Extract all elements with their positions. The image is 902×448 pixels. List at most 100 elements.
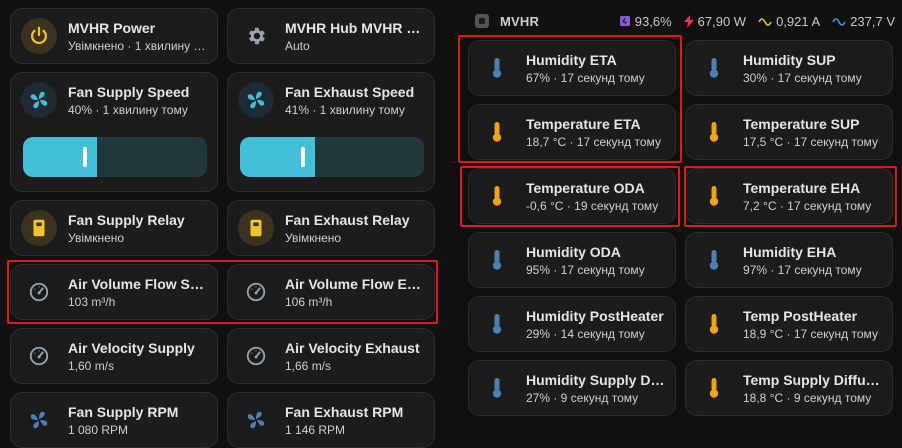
- tile-state: Увімкнено · 1 хвилину тому: [68, 38, 207, 53]
- thermometer-icon: [696, 370, 732, 406]
- fan-icon: [238, 82, 274, 118]
- gauge-icon: [21, 338, 57, 374]
- humidity-eha-tile[interactable]: Humidity EHA 97% · 17 секунд тому: [685, 232, 893, 288]
- tile-state: 67% · 17 секунд тому: [526, 70, 645, 85]
- fan-icon: [21, 402, 57, 438]
- thermometer-icon: [479, 370, 515, 406]
- thermometer-icon: [696, 178, 732, 214]
- mvhr-hub-mode-tile[interactable]: MVHR Hub MVHR Mode Auto: [227, 8, 435, 64]
- tile-state: 41% · 1 хвилину тому: [285, 102, 405, 117]
- fan-supply-relay-tile[interactable]: Fan Supply Relay Увімкнено: [10, 200, 218, 256]
- tile-title: Fan Exhaust Speed: [285, 83, 415, 100]
- tile-state: 1 146 RPM: [285, 422, 346, 437]
- tile-state: 97% · 17 секунд тому: [743, 262, 862, 277]
- fan-exhaust-relay-tile[interactable]: Fan Exhaust Relay Увімкнено: [227, 200, 435, 256]
- air-velocity-supply-tile[interactable]: Air Velocity Supply 1,60 m/s: [10, 328, 218, 384]
- fan-supply-speed-slider[interactable]: [23, 137, 207, 177]
- tile-title: Fan Exhaust Relay: [285, 211, 410, 228]
- tile-title: Temperature EHA: [743, 179, 861, 196]
- thermometer-icon: [479, 178, 515, 214]
- gear-icon: [238, 18, 274, 54]
- tile-state: 1,60 m/s: [68, 358, 115, 373]
- thermometer-icon: [479, 114, 515, 150]
- relay-icon: [238, 210, 274, 246]
- thermometer-icon: [479, 242, 515, 278]
- device-chip-icon: [475, 14, 489, 28]
- tile-state: 18,8 °C · 9 секунд тому: [743, 390, 872, 405]
- air-velocity-exhaust-tile[interactable]: Air Velocity Exhaust 1,66 m/s: [227, 328, 435, 384]
- tile-state: Auto: [285, 38, 310, 53]
- thermometer-icon: [479, 306, 515, 342]
- power-value: 67,90 W: [697, 13, 747, 29]
- tile-title: Temperature SUP: [743, 115, 860, 132]
- air-volume-flow-exhaust-tile[interactable]: Air Volume Flow Exhaust 106 m³/h: [227, 264, 435, 320]
- thermometer-icon: [696, 114, 732, 150]
- fan-exhaust-rpm-tile[interactable]: Fan Exhaust RPM 1 146 RPM: [227, 392, 435, 448]
- tile-title: Humidity SUP: [743, 51, 836, 68]
- tile-state: Увімкнено: [68, 230, 125, 245]
- thermometer-icon: [479, 50, 515, 86]
- tile-state: 1 080 RPM: [68, 422, 129, 437]
- tile-title: Fan Supply Speed: [68, 83, 190, 100]
- fan-supply-rpm-tile[interactable]: Fan Supply RPM 1 080 RPM: [10, 392, 218, 448]
- gauge-icon: [238, 338, 274, 374]
- tile-title: Fan Supply Relay: [68, 211, 185, 228]
- tile-state: 103 m³/h: [68, 294, 116, 309]
- humidity-supply-diffuser-tile[interactable]: Humidity Supply Diffuser 27% · 9 секунд …: [468, 360, 676, 416]
- current-wave-icon: [758, 18, 772, 26]
- gauge-icon: [238, 274, 274, 310]
- current-stat[interactable]: 0,921 A: [758, 14, 820, 29]
- voltage-wave-icon: [832, 18, 846, 26]
- tile-title: MVHR Power: [68, 19, 156, 36]
- humidity-oda-tile[interactable]: Humidity ODA 95% · 17 секунд тому: [468, 232, 676, 288]
- power-stat[interactable]: 67,90 W: [683, 13, 747, 29]
- tile-title: Temperature ETA: [526, 115, 641, 132]
- temperature-eta-tile[interactable]: Temperature ETA 18,7 °C · 17 секунд тому: [468, 104, 676, 160]
- slider-handle[interactable]: [301, 147, 305, 167]
- tile-title: Air Velocity Supply: [68, 339, 195, 356]
- thermometer-icon: [696, 50, 732, 86]
- tile-title: Humidity ETA: [526, 51, 617, 68]
- tile-title: Temperature ODA: [526, 179, 645, 196]
- tile-state: -0,6 °C · 19 секунд тому: [526, 198, 659, 213]
- tile-state: 17,5 °C · 17 секунд тому: [743, 134, 878, 149]
- tile-title: Air Volume Flow Supply: [68, 275, 207, 292]
- thermometer-icon: [696, 242, 732, 278]
- temperature-oda-tile[interactable]: Temperature ODA -0,6 °C · 19 секунд тому: [468, 168, 676, 224]
- temp-postheater-tile[interactable]: Temp PostHeater 18,9 °C · 17 секунд тому: [685, 296, 893, 352]
- battery-icon: [619, 16, 630, 26]
- battery-stat[interactable]: 93,6%: [619, 14, 672, 29]
- tile-title: Humidity ODA: [526, 243, 621, 260]
- tile-title: Fan Supply RPM: [68, 403, 179, 420]
- mvhr-power-tile[interactable]: MVHR Power Увімкнено · 1 хвилину тому: [10, 8, 218, 64]
- humidity-eta-tile[interactable]: Humidity ETA 67% · 17 секунд тому: [468, 40, 676, 96]
- tile-title: Fan Exhaust RPM: [285, 403, 404, 420]
- fan-exhaust-speed-slider[interactable]: [240, 137, 424, 177]
- voltage-stat[interactable]: 237,7 V: [832, 14, 895, 29]
- temperature-eha-tile[interactable]: Temperature EHA 7,2 °C · 17 секунд тому: [685, 168, 893, 224]
- air-volume-flow-supply-tile[interactable]: Air Volume Flow Supply 103 m³/h: [10, 264, 218, 320]
- tile-state: 30% · 17 секунд тому: [743, 70, 862, 85]
- humidity-postheater-tile[interactable]: Humidity PostHeater 29% · 14 секунд тому: [468, 296, 676, 352]
- tile-state: 1,66 m/s: [285, 358, 332, 373]
- humidity-sup-tile[interactable]: Humidity SUP 30% · 17 секунд тому: [685, 40, 893, 96]
- device-header: MVHR 93,6% 67,90 W 0,921 A 237,7 V: [470, 10, 895, 32]
- temperature-sup-tile[interactable]: Temperature SUP 17,5 °C · 17 секунд тому: [685, 104, 893, 160]
- thermometer-icon: [696, 306, 732, 342]
- relay-icon: [21, 210, 57, 246]
- lightning-icon: [683, 14, 694, 28]
- fan-icon: [21, 82, 57, 118]
- tile-state: 29% · 14 секунд тому: [526, 326, 645, 341]
- tile-state: 40% · 1 хвилину тому: [68, 102, 188, 117]
- tile-state: Увімкнено: [285, 230, 342, 245]
- fan-exhaust-speed-card: Fan Exhaust Speed 41% · 1 хвилину тому: [227, 72, 435, 192]
- tile-title: Humidity Supply Diffuser: [526, 371, 665, 388]
- power-icon: [21, 18, 57, 54]
- slider-handle[interactable]: [83, 147, 87, 167]
- tile-title: Air Velocity Exhaust: [285, 339, 420, 356]
- tile-title: Air Volume Flow Exhaust: [285, 275, 424, 292]
- tile-state: 27% · 9 секунд тому: [526, 390, 639, 405]
- temp-supply-diffuser-tile[interactable]: Temp Supply Diffuser 18,8 °C · 9 секунд …: [685, 360, 893, 416]
- dashboard: MVHR Power Увімкнено · 1 хвилину тому MV…: [0, 0, 902, 448]
- tile-state: 18,7 °C · 17 секунд тому: [526, 134, 661, 149]
